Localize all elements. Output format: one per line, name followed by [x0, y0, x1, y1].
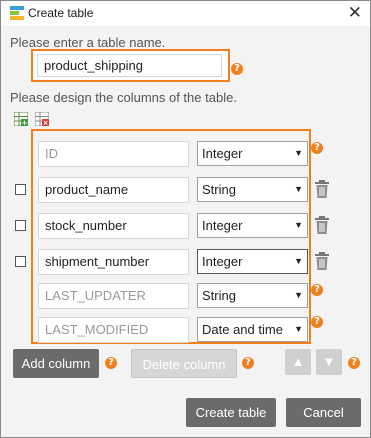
add-rows-icon[interactable]: +	[14, 112, 28, 126]
add-column-help-icon[interactable]: ?	[105, 357, 117, 369]
chevron-down-icon: ▼	[294, 148, 303, 158]
create-table-button[interactable]: Create table	[186, 398, 276, 427]
column-type-value: String	[202, 288, 236, 303]
column-help-icon[interactable]: ?	[311, 284, 323, 296]
delete-rows-icon[interactable]: ×	[35, 112, 49, 126]
chevron-down-icon: ▼	[294, 256, 303, 266]
cancel-button[interactable]: Cancel	[286, 398, 361, 427]
trash-icon[interactable]	[314, 216, 330, 235]
chevron-down-icon: ▼	[294, 290, 303, 300]
trash-icon[interactable]	[314, 180, 330, 199]
chevron-down-icon: ▼	[294, 184, 303, 194]
column-row: LAST_UPDATER String ▼ ?	[1, 282, 371, 312]
column-row: shipment_number Integer ▼	[1, 248, 371, 278]
window-title: Create table	[28, 6, 94, 20]
move-down-button[interactable]: ▼	[316, 349, 342, 375]
chevron-down-icon: ▼	[294, 220, 303, 230]
column-row: stock_number Integer ▼	[1, 212, 371, 242]
svg-text:+: +	[22, 119, 28, 126]
column-checkbox[interactable]	[15, 256, 26, 267]
column-type-select[interactable]: Integer ▼	[197, 141, 308, 166]
column-name-field[interactable]: stock_number	[38, 213, 189, 239]
column-help-icon[interactable]: ?	[311, 142, 323, 154]
svg-text:×: ×	[43, 119, 49, 126]
title-bar: Create table ✕	[1, 1, 370, 26]
create-table-app-icon	[10, 6, 24, 20]
column-name-field: ID	[38, 141, 189, 167]
column-type-select[interactable]: Integer ▼	[197, 249, 308, 274]
move-up-button[interactable]: ▲	[285, 349, 311, 375]
columns-prompt: Please design the columns of the table.	[10, 90, 237, 105]
column-row: ID Integer ▼ ?	[1, 140, 371, 170]
table-name-input[interactable]	[37, 54, 222, 77]
column-row: product_name String ▼	[1, 176, 371, 206]
column-type-value: String	[202, 182, 236, 197]
chevron-down-icon: ▼	[294, 324, 303, 334]
table-name-highlight	[31, 49, 230, 82]
delete-column-help-icon[interactable]: ?	[242, 357, 254, 369]
column-type-value: Integer	[202, 146, 243, 161]
column-row: LAST_MODIFIED Date and time ▼ ?	[1, 316, 371, 346]
column-name-field[interactable]: shipment_number	[38, 249, 189, 275]
column-type-select[interactable]: Date and time ▼	[197, 317, 308, 342]
column-name-field: LAST_MODIFIED	[38, 317, 189, 343]
column-type-select[interactable]: String ▼	[197, 283, 308, 308]
trash-icon[interactable]	[314, 252, 330, 271]
column-checkbox[interactable]	[15, 184, 26, 195]
column-help-icon[interactable]: ?	[311, 316, 323, 328]
close-icon[interactable]: ✕	[348, 3, 362, 23]
add-column-button[interactable]: Add column	[13, 349, 99, 378]
column-type-value: Date and time	[202, 322, 283, 337]
delete-column-button[interactable]: Delete column	[131, 349, 237, 378]
column-name-field[interactable]: product_name	[38, 177, 189, 203]
column-type-select[interactable]: String ▼	[197, 177, 308, 202]
column-type-select[interactable]: Integer ▼	[197, 213, 308, 238]
dialog-body: Please enter a table name. ? Please desi…	[1, 26, 370, 437]
column-type-value: Integer	[202, 254, 243, 269]
column-type-value: Integer	[202, 218, 243, 233]
create-table-dialog: Create table ✕ Please enter a table name…	[0, 0, 371, 438]
column-checkbox[interactable]	[15, 220, 26, 231]
table-name-help-icon[interactable]: ?	[231, 63, 243, 75]
move-help-icon[interactable]: ?	[348, 357, 360, 369]
column-name-field: LAST_UPDATER	[38, 283, 189, 309]
table-name-prompt: Please enter a table name.	[10, 35, 166, 50]
